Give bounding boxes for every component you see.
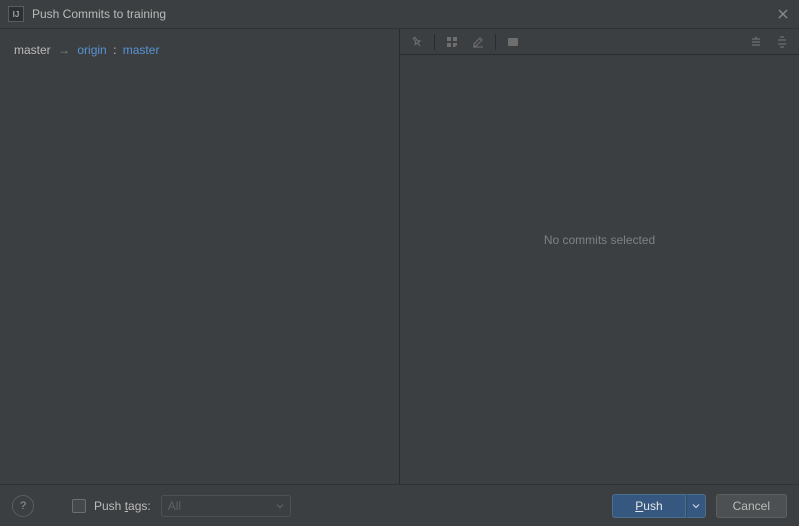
commit-tree-panel: master → origin : master: [0, 29, 399, 484]
close-icon[interactable]: [775, 6, 791, 22]
titlebar: IJ Push Commits to training: [0, 0, 799, 29]
colon: :: [113, 43, 116, 57]
app-icon: IJ: [8, 6, 24, 22]
remote-branch[interactable]: master: [123, 43, 160, 57]
empty-message: No commits selected: [400, 55, 799, 484]
push-dropdown-button[interactable]: [686, 494, 706, 518]
arrow-icon: →: [58, 43, 70, 57]
push-button[interactable]: Push: [612, 494, 685, 518]
tag-scope-value: All: [168, 499, 181, 513]
collapse-all-icon[interactable]: [771, 32, 793, 52]
diff-toolbar: [400, 29, 799, 55]
expand-all-icon[interactable]: [745, 32, 767, 52]
group-by-icon[interactable]: [441, 32, 463, 52]
content-area: master → origin : master: [0, 29, 799, 484]
footer-bar: ? Push tags: All Push Cancel: [0, 484, 799, 526]
push-button-group: Push: [612, 494, 705, 518]
edit-icon[interactable]: [467, 32, 489, 52]
pin-icon[interactable]: [406, 32, 428, 52]
help-button[interactable]: ?: [12, 495, 34, 517]
window-title: Push Commits to training: [32, 7, 166, 21]
tag-scope-combo[interactable]: All: [161, 495, 291, 517]
local-branch: master: [14, 43, 51, 57]
cancel-button[interactable]: Cancel: [716, 494, 787, 518]
push-tags-checkbox[interactable]: [72, 499, 86, 513]
separator: [434, 34, 435, 50]
separator: [495, 34, 496, 50]
remote-name[interactable]: origin: [77, 43, 106, 57]
preview-icon[interactable]: [502, 32, 524, 52]
diff-panel: No commits selected: [399, 29, 799, 484]
branch-mapping-row[interactable]: master → origin : master: [14, 43, 385, 57]
push-tags-label: Push tags:: [94, 499, 151, 513]
push-tags-option[interactable]: Push tags:: [72, 499, 151, 513]
chevron-down-icon: [276, 499, 284, 513]
